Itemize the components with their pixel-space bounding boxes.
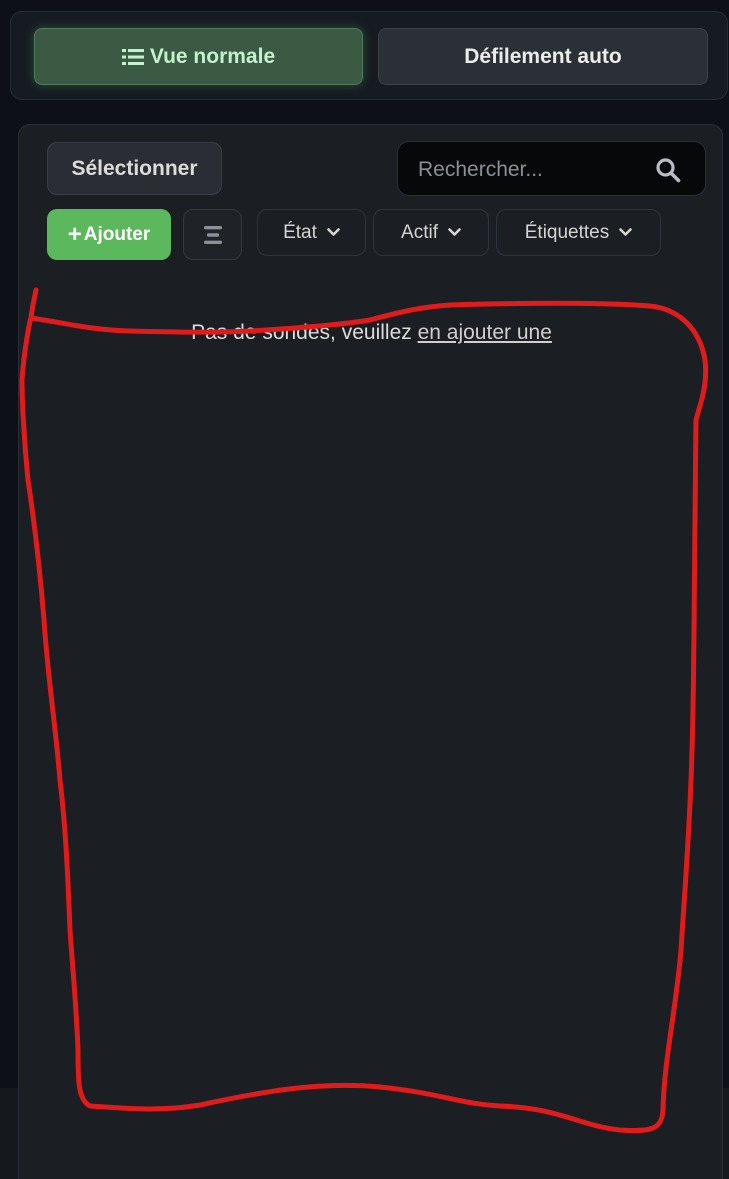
- normal-view-button[interactable]: Vue normale: [34, 28, 363, 85]
- filter-active-label: Actif: [401, 221, 438, 243]
- add-monitor-link[interactable]: en ajouter une: [418, 321, 552, 344]
- normal-view-label: Vue normale: [149, 44, 276, 68]
- search-input[interactable]: [416, 142, 650, 197]
- chevron-down-icon: [448, 228, 461, 236]
- monitor-list-panel: Sélectionner + Ajouter État: [18, 124, 723, 1179]
- view-switcher: Vue normale Défilement auto: [10, 11, 728, 100]
- select-label: Sélectionner: [71, 156, 198, 180]
- page: Vue normale Défilement auto Sélectionner…: [0, 0, 729, 1179]
- plus-icon: +: [67, 220, 82, 248]
- auto-scroll-label: Défilement auto: [464, 44, 622, 68]
- add-monitor-button[interactable]: + Ajouter: [47, 209, 171, 260]
- chevron-down-icon: [619, 228, 633, 236]
- search-icon[interactable]: [655, 157, 681, 183]
- filter-state-label: État: [283, 221, 317, 243]
- empty-state-message: Pas de sondes, veuillez en ajouter une: [19, 321, 724, 345]
- list-icon: [121, 48, 144, 65]
- filter-active-button[interactable]: Actif: [373, 209, 489, 256]
- auto-scroll-button[interactable]: Défilement auto: [378, 28, 708, 85]
- chevron-down-icon: [327, 228, 340, 236]
- filter-state-button[interactable]: État: [257, 209, 366, 256]
- sort-button[interactable]: [183, 209, 242, 260]
- empty-state-text: Pas de sondes, veuillez: [191, 321, 412, 344]
- filter-tags-button[interactable]: Étiquettes: [496, 209, 661, 256]
- select-button[interactable]: Sélectionner: [47, 142, 222, 195]
- sort-icon: [203, 225, 222, 244]
- filter-tags-label: Étiquettes: [524, 221, 610, 243]
- search-box: [397, 141, 706, 197]
- add-label: Ajouter: [83, 223, 151, 245]
